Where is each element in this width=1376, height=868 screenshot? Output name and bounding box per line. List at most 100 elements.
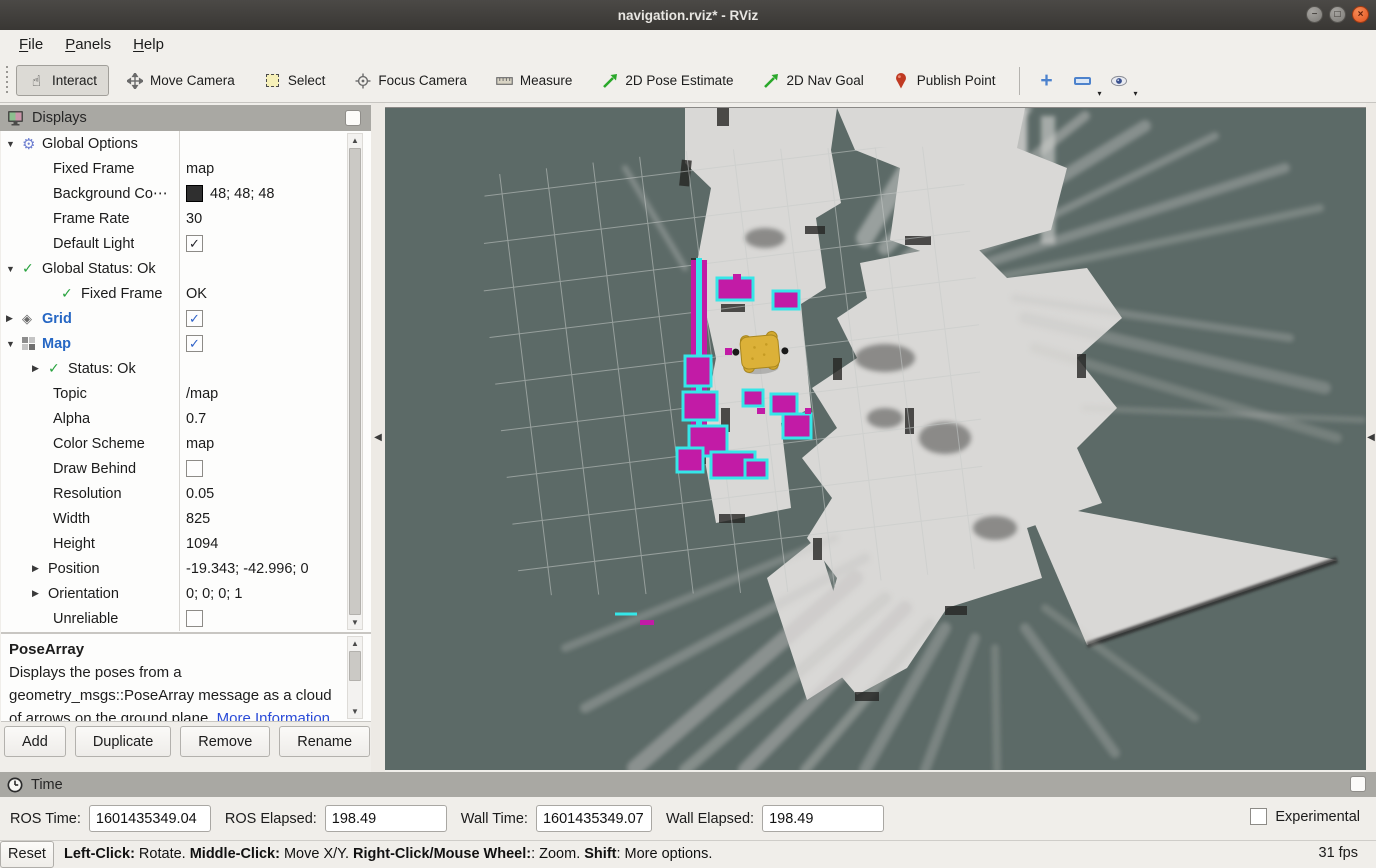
- tree-row[interactable]: ▼Map✓: [1, 331, 371, 356]
- title-bar[interactable]: navigation.rviz* - RViz − □ ×: [0, 0, 1376, 30]
- collapse-right-icon[interactable]: ◀: [1367, 432, 1375, 443]
- tool-select[interactable]: Select: [252, 65, 338, 96]
- tree-row[interactable]: Fixed Framemap: [1, 156, 371, 181]
- property-value[interactable]: 30: [186, 211, 202, 227]
- property-value[interactable]: 0.05: [186, 486, 214, 502]
- property-checkbox[interactable]: ✓: [186, 235, 203, 252]
- property-checkbox[interactable]: ✓: [186, 335, 203, 352]
- tree-row[interactable]: Height1094: [1, 531, 371, 556]
- map-icon: [22, 337, 42, 350]
- tool-label: Move Camera: [150, 73, 235, 88]
- property-checkbox[interactable]: [186, 460, 203, 477]
- expander-icon[interactable]: ▶: [32, 563, 48, 574]
- expander-icon[interactable]: ▶: [32, 363, 48, 374]
- add-tool-button[interactable]: +: [1032, 66, 1062, 96]
- property-value[interactable]: 1094: [186, 536, 218, 552]
- chevron-down-icon[interactable]: ▾: [1134, 89, 1138, 98]
- tree-row[interactable]: Frame Rate30: [1, 206, 371, 231]
- tree-row[interactable]: Background Co⋯48; 48; 48: [1, 181, 371, 206]
- property-value[interactable]: OK: [186, 286, 207, 302]
- render-view-3d[interactable]: [385, 107, 1366, 770]
- displays-panel-header[interactable]: Displays: [0, 105, 371, 131]
- tool-interact[interactable]: ☝Interact: [16, 65, 109, 96]
- tree-row[interactable]: Resolution0.05: [1, 481, 371, 506]
- tree-row[interactable]: ▼⚙Global Options: [1, 131, 371, 156]
- scrollbar-thumb[interactable]: [349, 651, 361, 681]
- tree-row[interactable]: ▶◈Grid✓: [1, 306, 371, 331]
- tool-publish-point[interactable]: Publish Point: [881, 65, 1008, 96]
- remove-tool-button[interactable]: ▾: [1068, 66, 1098, 96]
- property-value[interactable]: 48; 48; 48: [210, 186, 275, 202]
- tree-row[interactable]: Color Schememap: [1, 431, 371, 456]
- property-value[interactable]: 0; 0; 0; 1: [186, 586, 242, 602]
- color-swatch[interactable]: [186, 185, 203, 202]
- tree-row[interactable]: Alpha0.7: [1, 406, 371, 431]
- menu-panels[interactable]: Panels: [54, 33, 122, 56]
- chevron-down-icon[interactable]: ▾: [1098, 89, 1102, 98]
- tree-scrollbar[interactable]: ▲ ▼: [347, 133, 363, 630]
- tree-row[interactable]: ▶Position-19.343; -42.996; 0: [1, 556, 371, 581]
- tree-row[interactable]: Topic/map: [1, 381, 371, 406]
- tree-row[interactable]: Default Light✓: [1, 231, 371, 256]
- panel-float-button[interactable]: [1350, 776, 1366, 792]
- tool-focus-camera[interactable]: Focus Camera: [342, 65, 479, 96]
- scrollbar-thumb[interactable]: [349, 148, 361, 615]
- tool-2d-nav-goal[interactable]: 2D Nav Goal: [750, 65, 875, 96]
- help-segment: Right-Click/Mouse Wheel:: [353, 846, 531, 862]
- panel-float-button[interactable]: [345, 110, 361, 126]
- property-value[interactable]: 0.7: [186, 411, 206, 427]
- property-value[interactable]: /map: [186, 386, 218, 402]
- tree-row[interactable]: Width825: [1, 506, 371, 531]
- tree-row[interactable]: Draw Behind: [1, 456, 371, 481]
- collapse-left-icon[interactable]: ◀: [374, 432, 382, 443]
- scroll-up-icon[interactable]: ▲: [348, 639, 362, 648]
- left-panel-splitter[interactable]: ◀: [371, 103, 385, 772]
- duplicate-button[interactable]: Duplicate: [75, 726, 171, 757]
- scroll-up-icon[interactable]: ▲: [348, 136, 362, 145]
- add-button[interactable]: Add: [4, 726, 66, 757]
- more-information-link[interactable]: More Information.: [217, 710, 335, 722]
- help-segment: Shift: [584, 846, 616, 862]
- tool-move-camera[interactable]: Move Camera: [114, 65, 247, 96]
- property-checkbox[interactable]: [186, 610, 203, 627]
- property-checkbox[interactable]: ✓: [186, 310, 203, 327]
- grid-icon: ◈: [22, 311, 42, 327]
- expander-icon[interactable]: ▼: [6, 339, 22, 349]
- expander-icon[interactable]: ▶: [6, 313, 22, 324]
- property-value[interactable]: map: [186, 436, 214, 452]
- rename-button[interactable]: Rename: [279, 726, 370, 757]
- menu-file[interactable]: File: [8, 33, 54, 56]
- tree-row[interactable]: ✓Fixed FrameOK: [1, 281, 371, 306]
- tree-row[interactable]: ▶✓Status: Ok: [1, 356, 371, 381]
- maximize-button-icon[interactable]: □: [1329, 6, 1346, 23]
- description-scrollbar[interactable]: ▲ ▼: [347, 636, 363, 719]
- expander-icon[interactable]: ▼: [6, 264, 22, 274]
- tool-visibility-button[interactable]: ▾: [1104, 66, 1134, 96]
- property-value[interactable]: map: [186, 161, 214, 177]
- reset-button[interactable]: Reset: [0, 841, 54, 868]
- expander-icon[interactable]: ▼: [6, 139, 22, 149]
- tool-2d-pose-estimate[interactable]: 2D Pose Estimate: [589, 65, 745, 96]
- tree-row[interactable]: ▼✓Global Status: Ok: [1, 256, 371, 281]
- property-value[interactable]: 825: [186, 511, 210, 527]
- wall-elapsed-input[interactable]: [762, 805, 884, 832]
- experimental-checkbox[interactable]: [1250, 808, 1267, 825]
- ros-time-input[interactable]: [89, 805, 211, 832]
- ros-elapsed-input[interactable]: [325, 805, 447, 832]
- scroll-down-icon[interactable]: ▼: [348, 618, 362, 627]
- wall-time-input[interactable]: [536, 805, 652, 832]
- property-value[interactable]: -19.343; -42.996; 0: [186, 561, 309, 577]
- close-button-icon[interactable]: ×: [1352, 6, 1369, 23]
- remove-button[interactable]: Remove: [180, 726, 270, 757]
- tool-measure[interactable]: Measure: [484, 65, 585, 96]
- scroll-down-icon[interactable]: ▼: [348, 707, 362, 716]
- tree-row[interactable]: ▶Orientation0; 0; 0; 1: [1, 581, 371, 606]
- minimize-button-icon[interactable]: −: [1306, 6, 1323, 23]
- time-panel-header[interactable]: Time: [0, 772, 1376, 797]
- expander-icon[interactable]: ▶: [32, 588, 48, 599]
- toolbar: ☝Interact Move Camera SelectFocus CameraMe…: [0, 59, 1376, 103]
- tree-row[interactable]: Unreliable: [1, 606, 371, 631]
- toolbar-drag-handle[interactable]: [4, 66, 10, 96]
- right-panel-splitter[interactable]: ◀: [1366, 103, 1376, 772]
- menu-help[interactable]: Help: [122, 33, 175, 56]
